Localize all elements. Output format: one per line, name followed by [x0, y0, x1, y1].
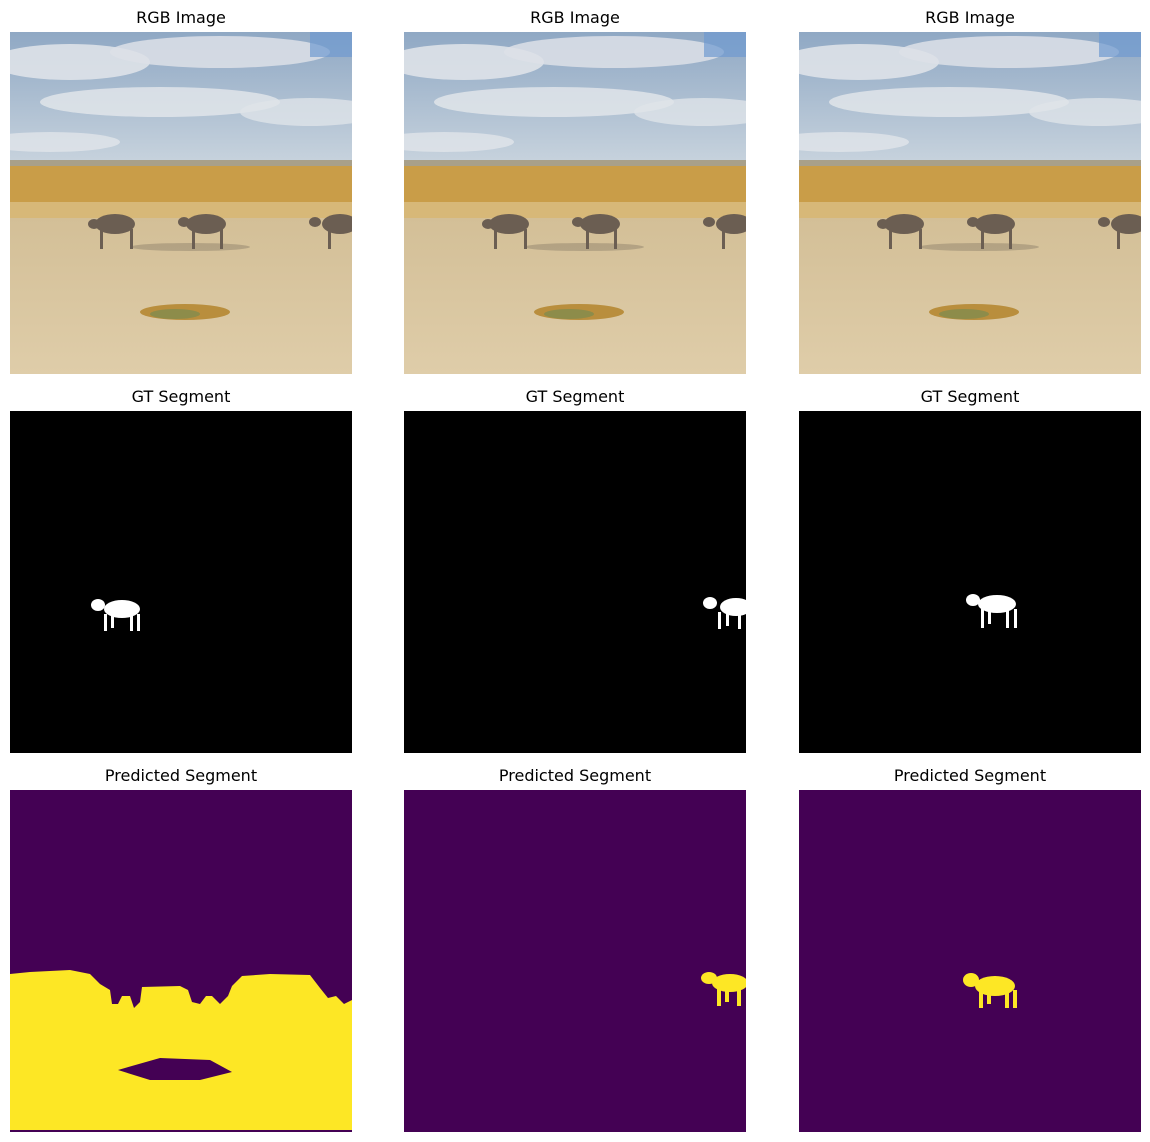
title-rgb-col3: RGB Image	[925, 8, 1015, 27]
rgb-image-3	[799, 32, 1141, 374]
pred-mask-3	[799, 790, 1141, 1132]
gt-mask-2	[404, 411, 746, 753]
title-gt-col2: GT Segment	[525, 387, 625, 406]
rgb-image-1	[10, 32, 352, 374]
title-rgb-col1: RGB Image	[136, 8, 226, 27]
title-pred-col1: Predicted Segment	[104, 766, 258, 785]
pred-mask-1	[10, 790, 352, 1132]
title-gt-col1: GT Segment	[131, 387, 231, 406]
rgb-image-2	[404, 32, 746, 374]
title-pred-col2: Predicted Segment	[498, 766, 652, 785]
gt-mask-1	[10, 411, 352, 753]
title-pred-col3: Predicted Segment	[893, 766, 1047, 785]
title-rgb-col2: RGB Image	[530, 8, 620, 27]
gt-mask-3	[799, 411, 1141, 753]
title-gt-col3: GT Segment	[920, 387, 1020, 406]
pred-mask-2	[404, 790, 746, 1132]
